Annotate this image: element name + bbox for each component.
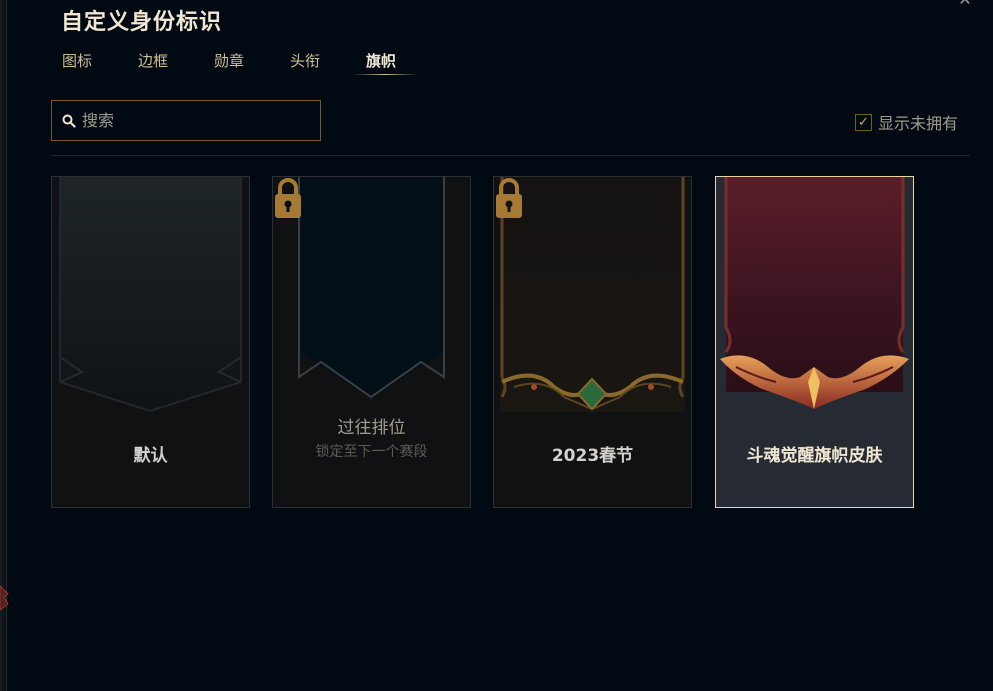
tab-borders[interactable]: 边框 [138,50,214,74]
banner-card-default[interactable]: 默认 [51,176,250,508]
frame-ornament-icon [0,585,9,611]
close-icon: ✕ [958,0,971,9]
tab-icons[interactable]: 图标 [62,50,138,74]
tab-bar: 图标 边框 勋章 头衔 旗帜 [62,50,442,75]
close-button[interactable]: ✕ [955,0,975,10]
banner-card-label: 默认 [133,446,168,466]
banner-card-2023-spring[interactable]: 2023春节 [493,176,692,508]
banner-card-past-ranked[interactable]: 过往排位 锁定至下一个赛段 [272,176,471,508]
search-icon [62,114,76,128]
search-input[interactable] [82,111,302,130]
show-unowned-toggle[interactable]: ✓ 显示未拥有 [855,110,958,134]
banner-card-soul-fighter[interactable]: 斗魂觉醒旗帜皮肤 [715,176,914,508]
banner-card-sublabel: 锁定至下一个赛段 [315,444,428,460]
checkmark-icon: ✓ [858,114,869,130]
tab-titles[interactable]: 头衔 [290,50,366,74]
search-box[interactable] [51,100,321,141]
banner-card-label: 2023春节 [551,446,634,466]
lock-icon [275,178,301,218]
banner-card-label: 斗魂觉醒旗帜皮肤 [746,446,883,466]
page-title: 自定义身份标识 [61,10,223,35]
show-unowned-checkbox[interactable]: ✓ [855,113,872,131]
banner-card-label: 过往排位 [337,418,406,438]
divider [51,155,970,156]
tab-banners[interactable]: 旗帜 [352,50,442,75]
lock-icon [496,178,522,218]
tab-emblems[interactable]: 勋章 [214,50,290,74]
show-unowned-label: 显示未拥有 [878,114,959,133]
